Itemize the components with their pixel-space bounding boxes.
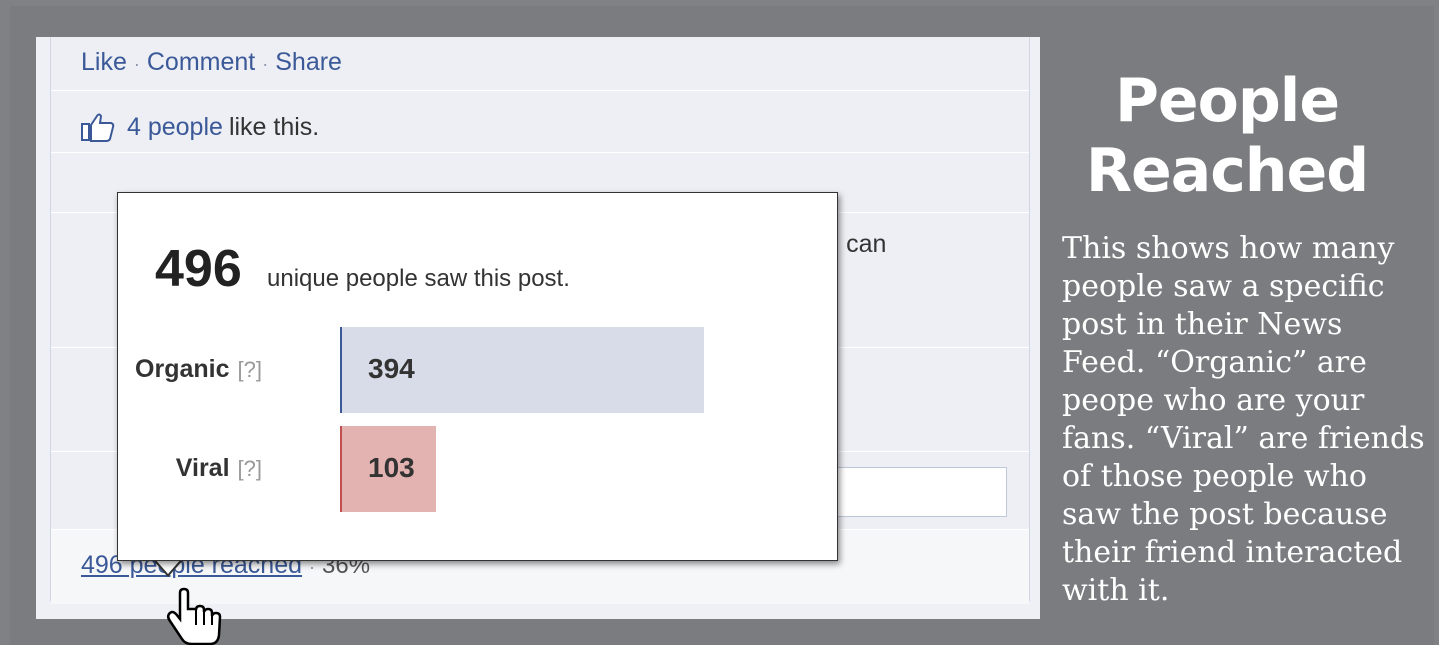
facebook-screenshot: Like · Comment · Share 4 people like this. Y… bbox=[36, 37, 1040, 619]
organic-label: Organic [?] bbox=[135, 355, 262, 384]
viral-label: Viral [?] bbox=[176, 454, 262, 483]
organic-row: Organic [?] 394 bbox=[118, 327, 718, 413]
thumbs-up-icon bbox=[81, 113, 115, 142]
title-line: Reached bbox=[1085, 136, 1369, 206]
likes-summary: 4 people like this. bbox=[81, 112, 319, 142]
viral-row: Viral [?] 103 bbox=[118, 426, 718, 512]
hand-pointer-icon bbox=[166, 587, 222, 645]
section-description: This shows how many people saw a specifi… bbox=[1062, 231, 1425, 608]
separator: · bbox=[133, 54, 140, 74]
share-link[interactable]: Share bbox=[275, 48, 342, 76]
viral-help-link[interactable]: [?] bbox=[238, 456, 262, 481]
likes-suffix: like this. bbox=[228, 112, 320, 141]
unique-people-count: 496 bbox=[155, 240, 242, 298]
unique-people-text: unique people saw this post. bbox=[267, 265, 570, 292]
organic-label-text: Organic bbox=[135, 355, 230, 383]
separator: · bbox=[262, 54, 269, 74]
likes-count-link[interactable]: 4 people bbox=[127, 113, 223, 142]
reach-breakdown-popup: 496 unique people saw this post. Organic… bbox=[117, 192, 838, 561]
viral-bar: 103 bbox=[340, 426, 436, 512]
comment-link[interactable]: Comment bbox=[147, 48, 255, 76]
post-actions: Like · Comment · Share bbox=[81, 48, 342, 77]
organic-help-link[interactable]: [?] bbox=[238, 357, 262, 382]
organic-value: 394 bbox=[368, 353, 415, 384]
title-line: People bbox=[1114, 66, 1340, 136]
viral-value: 103 bbox=[368, 452, 415, 483]
like-link[interactable]: Like bbox=[81, 48, 127, 76]
viral-label-text: Viral bbox=[175, 454, 230, 482]
organic-bar: 394 bbox=[340, 327, 704, 413]
section-title: People Reached bbox=[1062, 66, 1392, 206]
